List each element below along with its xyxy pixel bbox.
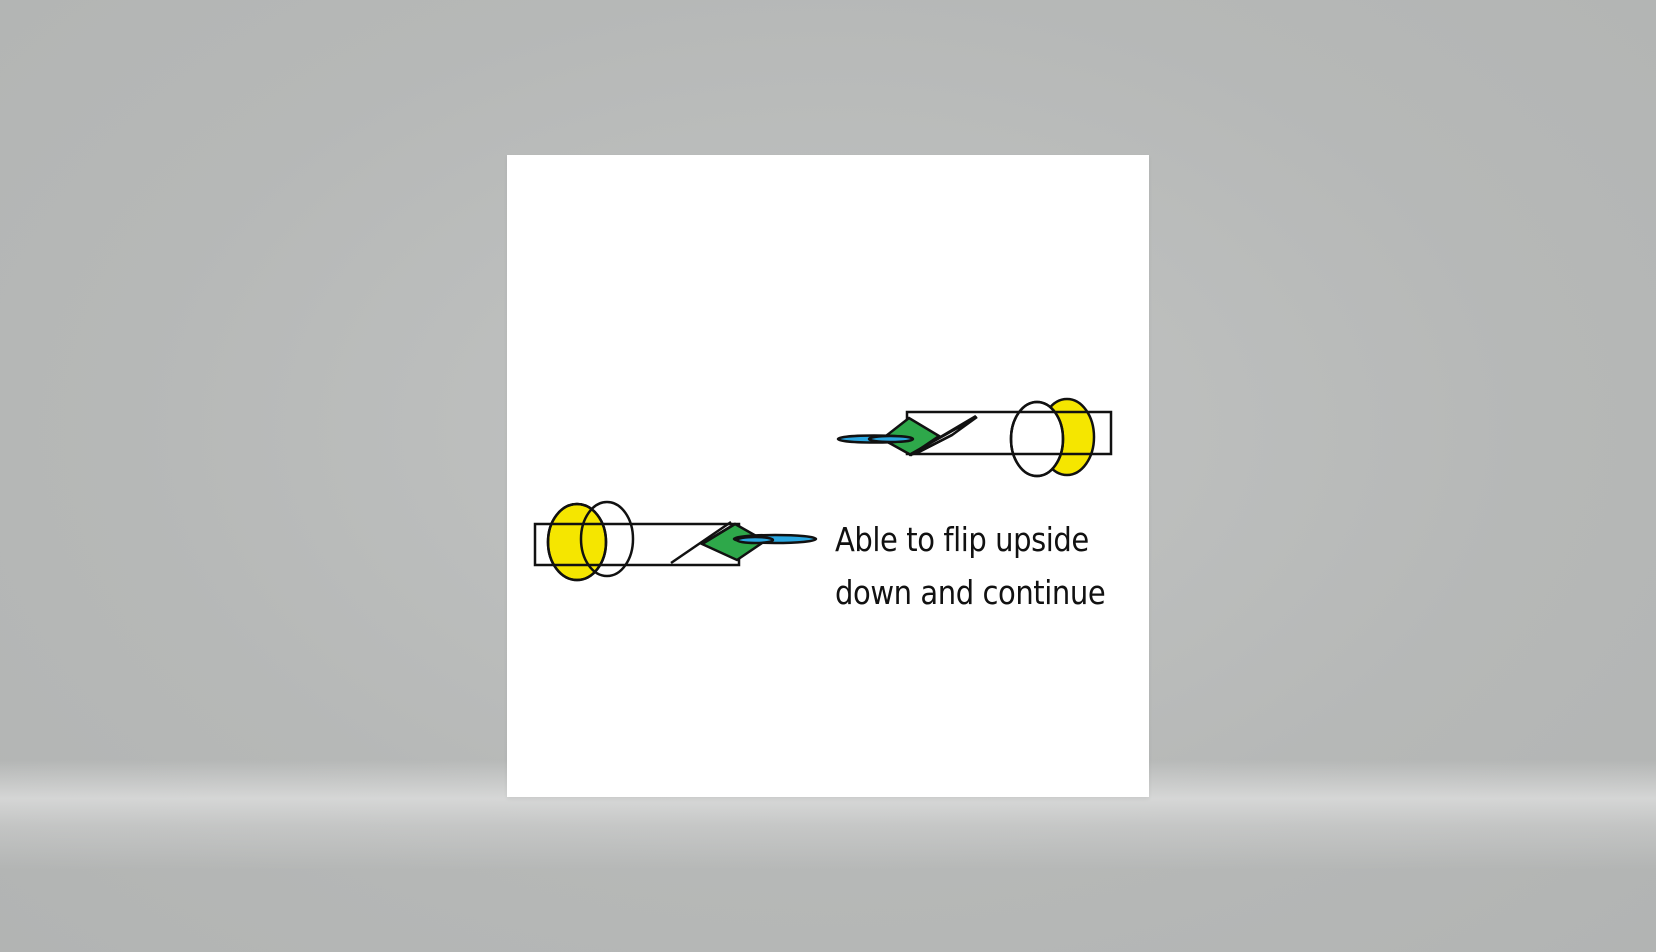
upright-blade-2 <box>735 535 775 545</box>
diagram-slide: Able to flip upside down and continue <box>507 155 1149 797</box>
caption-line-2: down and continue <box>835 573 1106 612</box>
flipped-blade-2 <box>867 434 915 444</box>
device-flipped-icon <box>836 397 1113 478</box>
caption-line-1: Able to flip upside <box>835 520 1089 559</box>
diagram-canvas <box>533 397 1113 582</box>
diagram-caption: Able to flip upside down and continue <box>835 513 1106 619</box>
device-upright-icon <box>533 500 818 582</box>
